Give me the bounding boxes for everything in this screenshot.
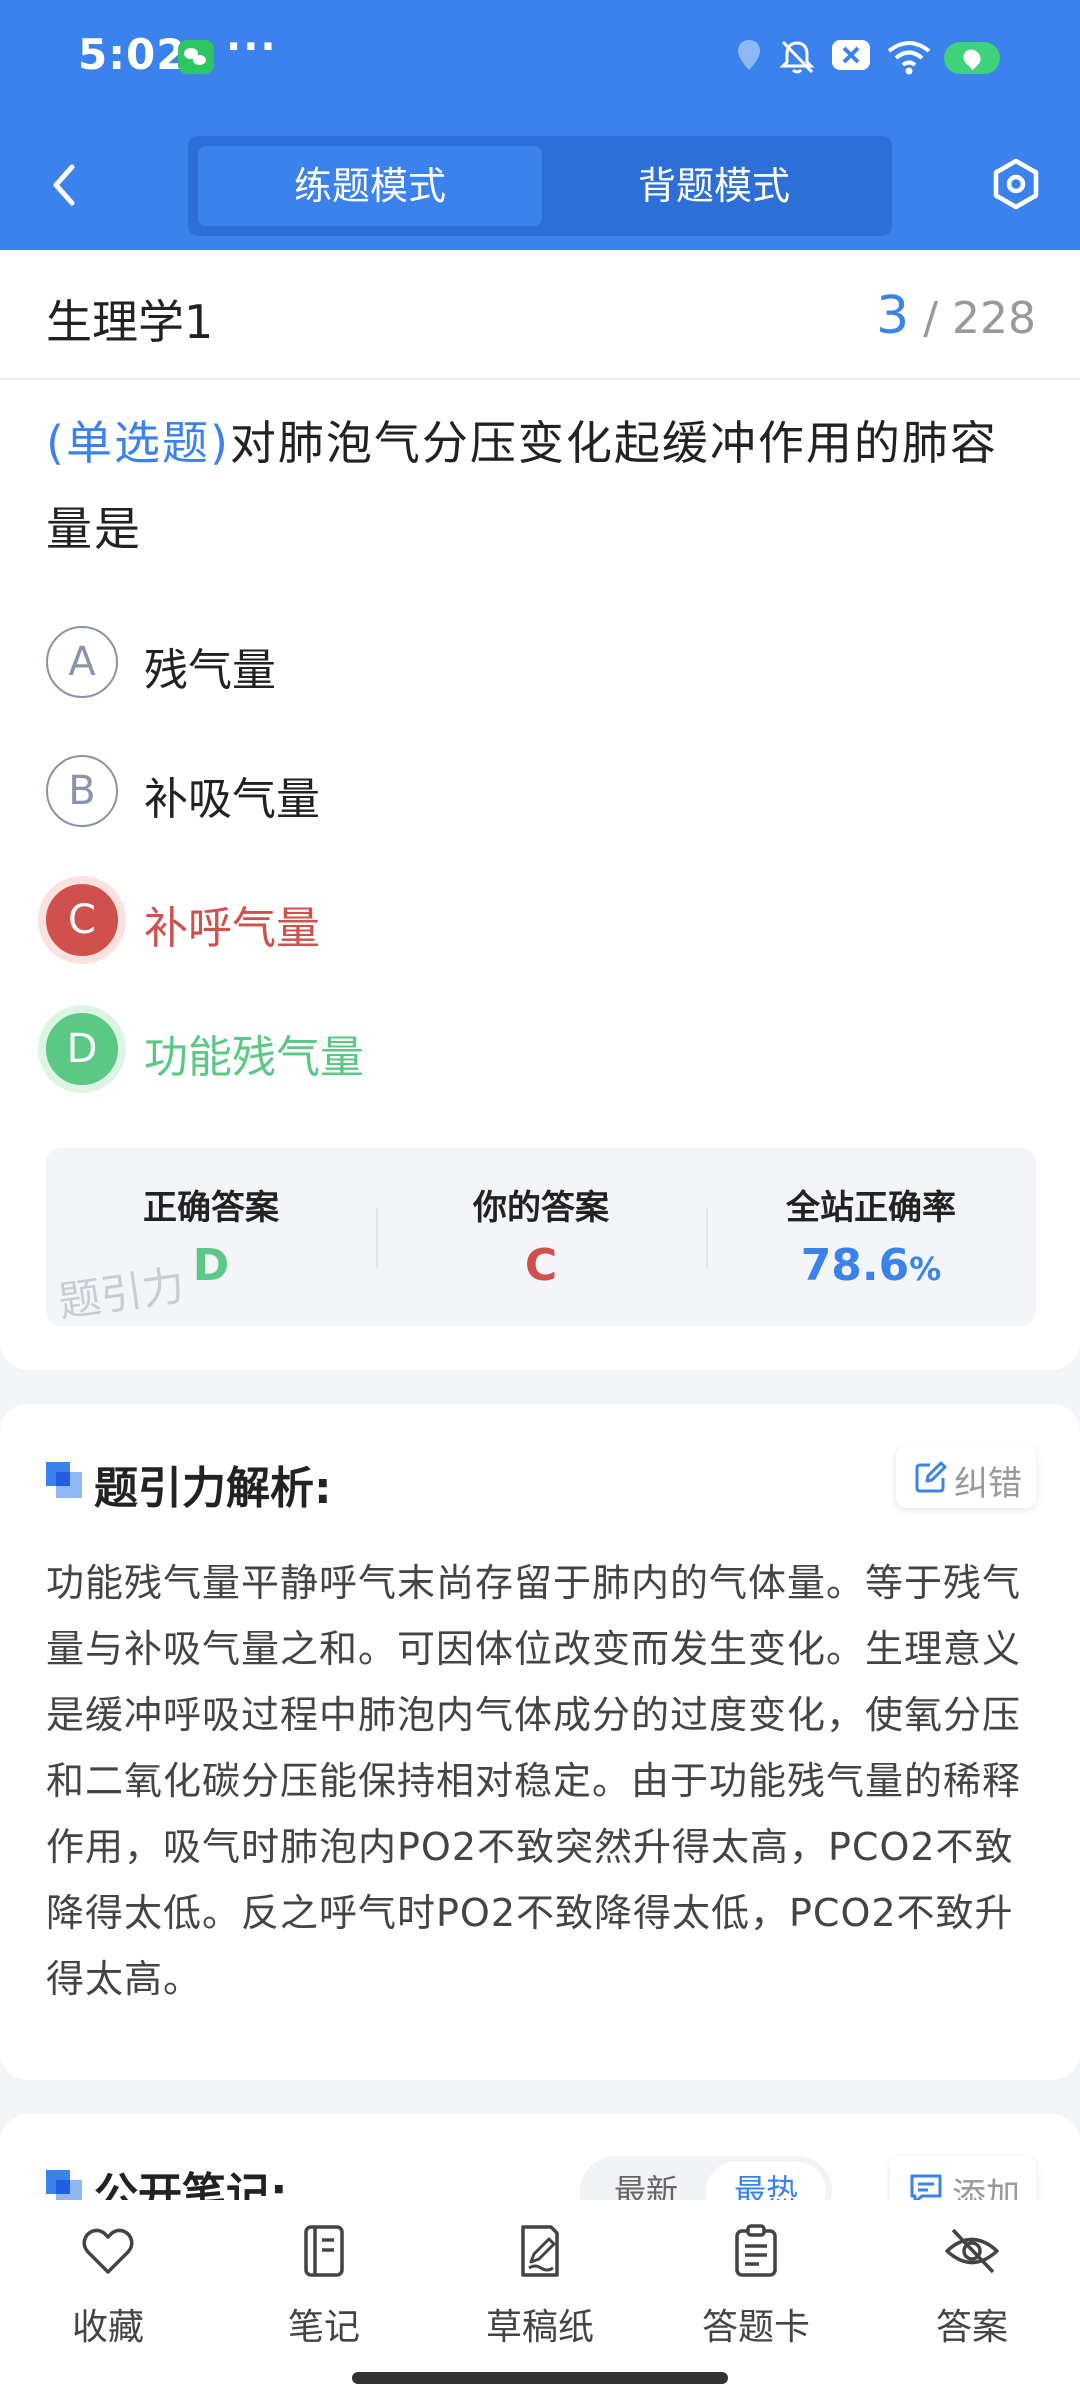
toolbar-label: 草稿纸 (485, 2307, 594, 2348)
option-letter: B (46, 755, 118, 827)
back-chevron-icon[interactable] (42, 155, 86, 215)
location-icon (738, 40, 760, 70)
report-error-button[interactable]: 纠错 (896, 1446, 1036, 1508)
bell-muted-icon (779, 40, 815, 74)
question-text: (单选题)对肺泡气分压变化起缓冲作用的肺容量是 (46, 400, 1036, 572)
option-text: 残气量 (144, 645, 276, 696)
status-bar: 5:02 ··· (0, 0, 1080, 118)
stat-your-answer: 你的答案 C (376, 1148, 706, 1326)
progress-current: 3 (876, 286, 910, 346)
stat-label: 你的答案 (473, 1188, 609, 1228)
edit-icon (915, 1461, 947, 1493)
stat-value: C (524, 1240, 558, 1291)
toolbar-answer-sheet[interactable]: 答题卡 (676, 2222, 836, 2352)
battery-icon (944, 42, 1000, 74)
wechat-icon (178, 40, 214, 74)
stat-value: 78.6% (706, 1240, 1036, 1291)
notebook-icon (304, 2225, 344, 2277)
toolbar-label: 答题卡 (701, 2307, 810, 2348)
tab-practice-mode[interactable]: 练题模式 (198, 146, 542, 226)
accuracy-number: 78.6 (800, 1240, 910, 1291)
toolbar-favorite[interactable]: 收藏 (28, 2222, 188, 2352)
heart-icon (82, 2228, 134, 2274)
option-d[interactable]: D 功能残气量 (46, 1013, 946, 1087)
question-progress: 3 / 228 (876, 286, 1036, 346)
mode-switch: 练题模式 背题模式 (188, 136, 892, 236)
option-b[interactable]: B 补吸气量 (46, 755, 946, 829)
analysis-text: 功能残气量平静呼气末尚存留于肺内的气体量。等于残气量与补吸气量之和。可因体位改变… (46, 1561, 1022, 2001)
status-time: 5:02 (78, 30, 187, 79)
answer-stats: 正确答案 D 你的答案 C 全站正确率 78.6% 题引力 (46, 1148, 1036, 1327)
tab-recite-mode[interactable]: 背题模式 (542, 146, 886, 226)
draft-icon (521, 2225, 559, 2277)
more-notifications-icon: ··· (226, 24, 278, 70)
option-c[interactable]: C 补呼气量 (46, 884, 946, 958)
toolbar-draft[interactable]: 草稿纸 (460, 2222, 620, 2352)
report-error-label: 纠错 (954, 1464, 1022, 1504)
settings-icon[interactable] (990, 158, 1042, 210)
toolbar-label: 答案 (935, 2307, 1008, 2348)
accuracy-unit: % (909, 1250, 942, 1288)
analysis-card: 题引力解析: 纠错 功能残气量平静呼气末尚存留于肺内的气体量。等于残气量与补吸气… (0, 1404, 1080, 2080)
progress-separator: / (923, 293, 953, 344)
option-letter: A (46, 626, 118, 698)
toolbar-label: 收藏 (71, 2307, 144, 2348)
option-letter: C (46, 884, 118, 956)
option-text: 功能残气量 (144, 1032, 364, 1083)
option-text: 补呼气量 (144, 903, 320, 954)
toolbar-answer[interactable]: 答案 (892, 2222, 1052, 2352)
subject-row: 生理学1 3 / 228 (0, 250, 1080, 380)
toolbar-notes[interactable]: 笔记 (244, 2222, 404, 2352)
option-letter: D (46, 1013, 118, 1085)
option-text: 补吸气量 (144, 774, 320, 825)
eye-off-icon (945, 2228, 999, 2274)
section-icon (46, 1462, 82, 1498)
option-a[interactable]: A 残气量 (46, 626, 946, 700)
app-header: 5:02 ··· 练题模式 背题模式 (0, 0, 1080, 250)
stat-site-accuracy: 全站正确率 78.6% (706, 1148, 1036, 1326)
toolbar-label: 笔记 (287, 2307, 360, 2348)
answer-sheet-icon (735, 2224, 777, 2277)
analysis-title: 题引力解析: (94, 1463, 332, 1514)
close-box-icon (832, 40, 870, 70)
wifi-icon (887, 41, 931, 75)
question-type: (单选题) (46, 416, 230, 470)
stat-label: 正确答案 (143, 1188, 279, 1228)
bottom-toolbar: 收藏 笔记 草稿纸 答题卡 答案 (0, 2200, 1080, 2400)
stat-label: 全站正确率 (786, 1188, 956, 1228)
subject-title: 生理学1 (46, 295, 214, 349)
question-card: 生理学1 3 / 228 (单选题)对肺泡气分压变化起缓冲作用的肺容量是 A 残… (0, 250, 1080, 1370)
progress-total: 228 (952, 293, 1036, 344)
home-indicator[interactable] (352, 2372, 728, 2384)
